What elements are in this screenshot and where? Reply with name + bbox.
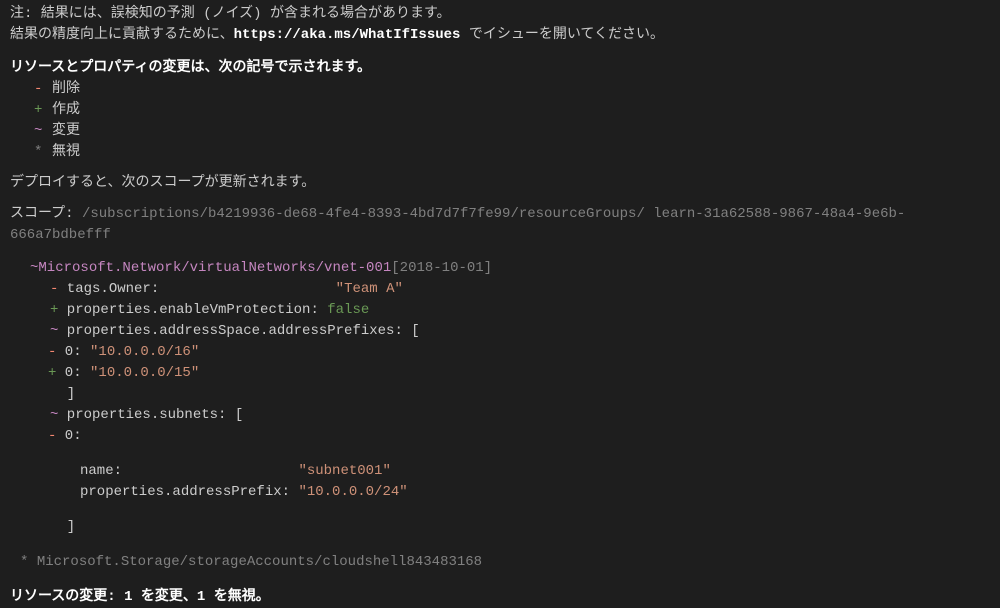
addr-space-key: properties.addressSpace.addressPrefixes:… [58,323,419,339]
tags-owner-value: "Team A" [336,281,403,297]
blank-line [30,447,990,461]
subnet-name-value: "subnet001" [298,463,390,479]
enable-vm-value: false [327,302,369,318]
whatif-issues-url: https://aka.ms/WhatIfIssues [234,27,461,43]
ignored-resource: * Microsoft.Storage/storageAccounts/clou… [20,552,990,573]
scope-label: スコープ: [10,206,82,222]
resource-api-version: [2018-10-01] [391,258,492,279]
addr-new-key: 0: [56,365,90,381]
ignored-resource-id: Microsoft.Storage/storageAccounts/clouds… [37,554,482,570]
tags-owner-key: tags.Owner: [58,281,159,297]
legend-delete: - 削除 [34,79,990,100]
prop-subnet-addr: properties.addressPrefix: "10.0.0.0/24" [80,482,990,503]
subnet-idx-key: 0: [56,428,81,444]
legend-ignore-label: 無視 [52,142,80,163]
prop-enable-vm: + properties.enableVmProtection: false [50,300,990,321]
legend-create-symbol: + [34,100,52,121]
prop-addr-space: ~ properties.addressSpace.addressPrefixe… [50,321,990,342]
scope-line: スコープ: /subscriptions/b4219936-de68-4fe4-… [10,204,990,246]
legend: - 削除 + 作成 ~ 変更 * 無視 [34,79,990,163]
addr-old-key: 0: [56,344,90,360]
legend-ignore-symbol: * [34,142,52,163]
legend-create-label: 作成 [52,100,80,121]
prop-tags-owner: - tags.Owner: "Team A" [50,279,990,300]
resource-block: ~ Microsoft.Network/virtualNetworks/vnet… [30,258,990,538]
summary: リソースの変更: 1 を変更、1 を無視。 [10,587,990,608]
note-suffix: でイシューを開いてください。 [460,27,664,43]
prop-addr-new: + 0: "10.0.0.0/15" [48,363,990,384]
note-prefix: 結果の精度向上に貢献するために、 [10,27,234,43]
resource-id: Microsoft.Network/virtualNetworks/vnet-0… [38,258,391,279]
close-bracket-2: ] [50,517,990,538]
prop-subnet-idx: - 0: [48,426,990,447]
subnets-key: properties.subnets: [ [58,407,243,423]
enable-vm-key: properties.enableVmProtection: [58,302,327,318]
legend-heading: リソースとプロパティの変更は、次の記号で示されます。 [10,58,990,79]
blank-line [30,503,990,517]
deploy-heading: デプロイすると、次のスコープが更新されます。 [10,173,990,194]
legend-modify: ~ 変更 [34,121,990,142]
bracket: ] [50,386,75,402]
note-line-1: 注: 結果には、誤検知の予測 (ノイズ) が含まれる場合があります。 [10,4,990,25]
legend-delete-symbol: - [34,79,52,100]
resource-header: ~ Microsoft.Network/virtualNetworks/vnet… [30,258,990,279]
resource-symbol: ~ [30,258,38,279]
legend-delete-label: 削除 [52,79,80,100]
subnet-name-key: name: [80,463,298,479]
legend-modify-symbol: ~ [34,121,52,142]
subnet-addr-value: "10.0.0.0/24" [298,484,407,500]
star-icon: * [20,554,37,570]
prop-subnet-name: name: "subnet001" [80,461,990,482]
prop-addr-old: - 0: "10.0.0.0/16" [48,342,990,363]
prop-subnets: ~ properties.subnets: [ [50,405,990,426]
note-line-2: 結果の精度向上に貢献するために、https://aka.ms/WhatIfIss… [10,25,990,46]
legend-create: + 作成 [34,100,990,121]
scope-value: /subscriptions/b4219936-de68-4fe4-8393-4… [10,206,905,243]
subnet-addr-key: properties.addressPrefix: [80,484,298,500]
legend-modify-label: 変更 [52,121,80,142]
addr-new-value: "10.0.0.0/15" [90,365,199,381]
addr-old-value: "10.0.0.0/16" [90,344,199,360]
close-bracket-1: ] [50,384,990,405]
bracket: ] [50,519,75,535]
legend-ignore: * 無視 [34,142,990,163]
